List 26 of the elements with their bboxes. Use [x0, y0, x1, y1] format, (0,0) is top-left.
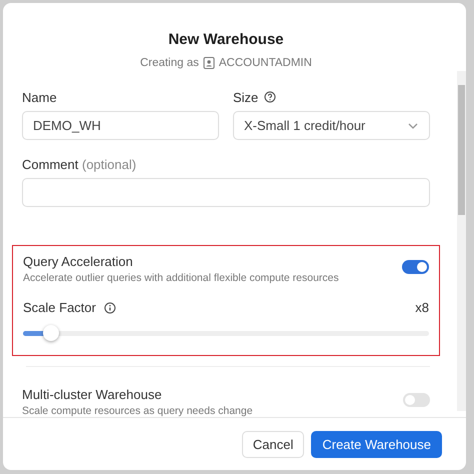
- field-label: Comment (optional): [22, 156, 136, 172]
- subtitle-text: Creating as: [140, 56, 199, 68]
- user-icon: [202, 56, 215, 69]
- section-description: Accelerate outlier queries with additional flexible compute resources: [23, 272, 339, 284]
- section-description: Scale compute resources as query needs change: [22, 405, 253, 417]
- section-title: Query Acceleration: [23, 254, 134, 269]
- field-label: Name: [22, 90, 57, 104]
- slider-thumb[interactable]: [43, 325, 60, 341]
- name-field[interactable]: DEMO_WH: [22, 111, 219, 140]
- toggle-switch[interactable]: [403, 393, 430, 407]
- slider[interactable]: [23, 325, 429, 343]
- toggle-switch[interactable]: [402, 260, 429, 274]
- role-name: ACCOUNTADMIN: [218, 56, 312, 68]
- comment-field[interactable]: [22, 178, 430, 207]
- slider-label: Scale Factor: [23, 300, 96, 315]
- info-icon: [104, 302, 116, 314]
- slider-reading: x8: [415, 300, 429, 315]
- size-dropdown[interactable]: X-Small 1 credit/hour: [233, 111, 430, 140]
- create-button[interactable]: Create Warehouse: [311, 430, 442, 458]
- cancel-button[interactable]: Cancel: [242, 430, 304, 458]
- field-label: Size: [233, 90, 258, 104]
- help-icon: [264, 91, 276, 103]
- scrollbar[interactable]: [457, 71, 466, 411]
- dialog-title: New Warehouse: [167, 31, 285, 48]
- chevron-down-icon: [407, 122, 419, 130]
- section-title: Multi-cluster Warehouse: [22, 387, 163, 402]
